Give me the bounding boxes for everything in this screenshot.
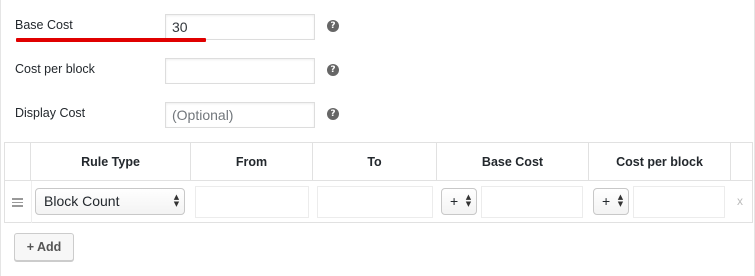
display-cost-input[interactable] [165, 102, 315, 128]
rule-type-select[interactable]: Block Count ▲ ▼ [35, 188, 185, 215]
rule-type-value: Block Count [44, 193, 120, 209]
cost-per-block-label: Cost per block [15, 62, 95, 76]
handle-column-header [5, 143, 31, 181]
cost-per-block-header: Cost per block [589, 143, 731, 181]
question-circle-icon[interactable]: ? [327, 20, 339, 32]
question-circle-icon[interactable]: ? [327, 64, 339, 76]
drag-handle-icon[interactable] [12, 198, 24, 207]
rule-type-header: Rule Type [31, 143, 191, 181]
cost-per-block-input[interactable] [165, 58, 315, 84]
select-arrows-icon: ▲ ▼ [173, 193, 180, 208]
base-cost-input[interactable] [165, 14, 315, 40]
cost-settings-panel: Base Cost ? Cost per block ? Display Cos… [0, 0, 755, 276]
from-input[interactable] [195, 186, 309, 218]
select-arrows-icon: ▲ ▼ [617, 193, 624, 208]
base-cost-modifier-select[interactable]: + ▲ ▼ [441, 188, 477, 215]
cost-per-block-input-cell[interactable] [633, 186, 725, 218]
cost-per-block-modifier-value: + [602, 193, 611, 209]
from-header: From [191, 143, 313, 181]
to-input[interactable] [317, 186, 433, 218]
table-row: Block Count ▲ ▼ + ▲ ▼ + ▲ ▼ x [5, 181, 752, 223]
base-cost-header: Base Cost [437, 143, 589, 181]
question-circle-icon[interactable]: ? [327, 108, 339, 120]
cost-per-block-row: Cost per block ? [1, 58, 755, 88]
highlight-underline [16, 38, 206, 42]
select-arrows-icon: ▲ ▼ [465, 193, 472, 208]
to-header: To [313, 143, 437, 181]
remove-column-header [731, 143, 752, 181]
cost-per-block-modifier-select[interactable]: + ▲ ▼ [593, 188, 629, 215]
base-cost-input-cell[interactable] [481, 186, 583, 218]
add-rule-button[interactable]: + Add [14, 233, 74, 261]
display-cost-row: Display Cost ? [1, 102, 755, 132]
base-cost-modifier-value: + [450, 193, 459, 209]
base-cost-label: Base Cost [15, 18, 73, 32]
pricing-rules-table: Rule Type From To Base Cost Cost per blo… [4, 142, 753, 223]
table-header: Rule Type From To Base Cost Cost per blo… [5, 143, 752, 181]
display-cost-label: Display Cost [15, 106, 86, 120]
remove-row-icon[interactable]: x [737, 194, 743, 208]
